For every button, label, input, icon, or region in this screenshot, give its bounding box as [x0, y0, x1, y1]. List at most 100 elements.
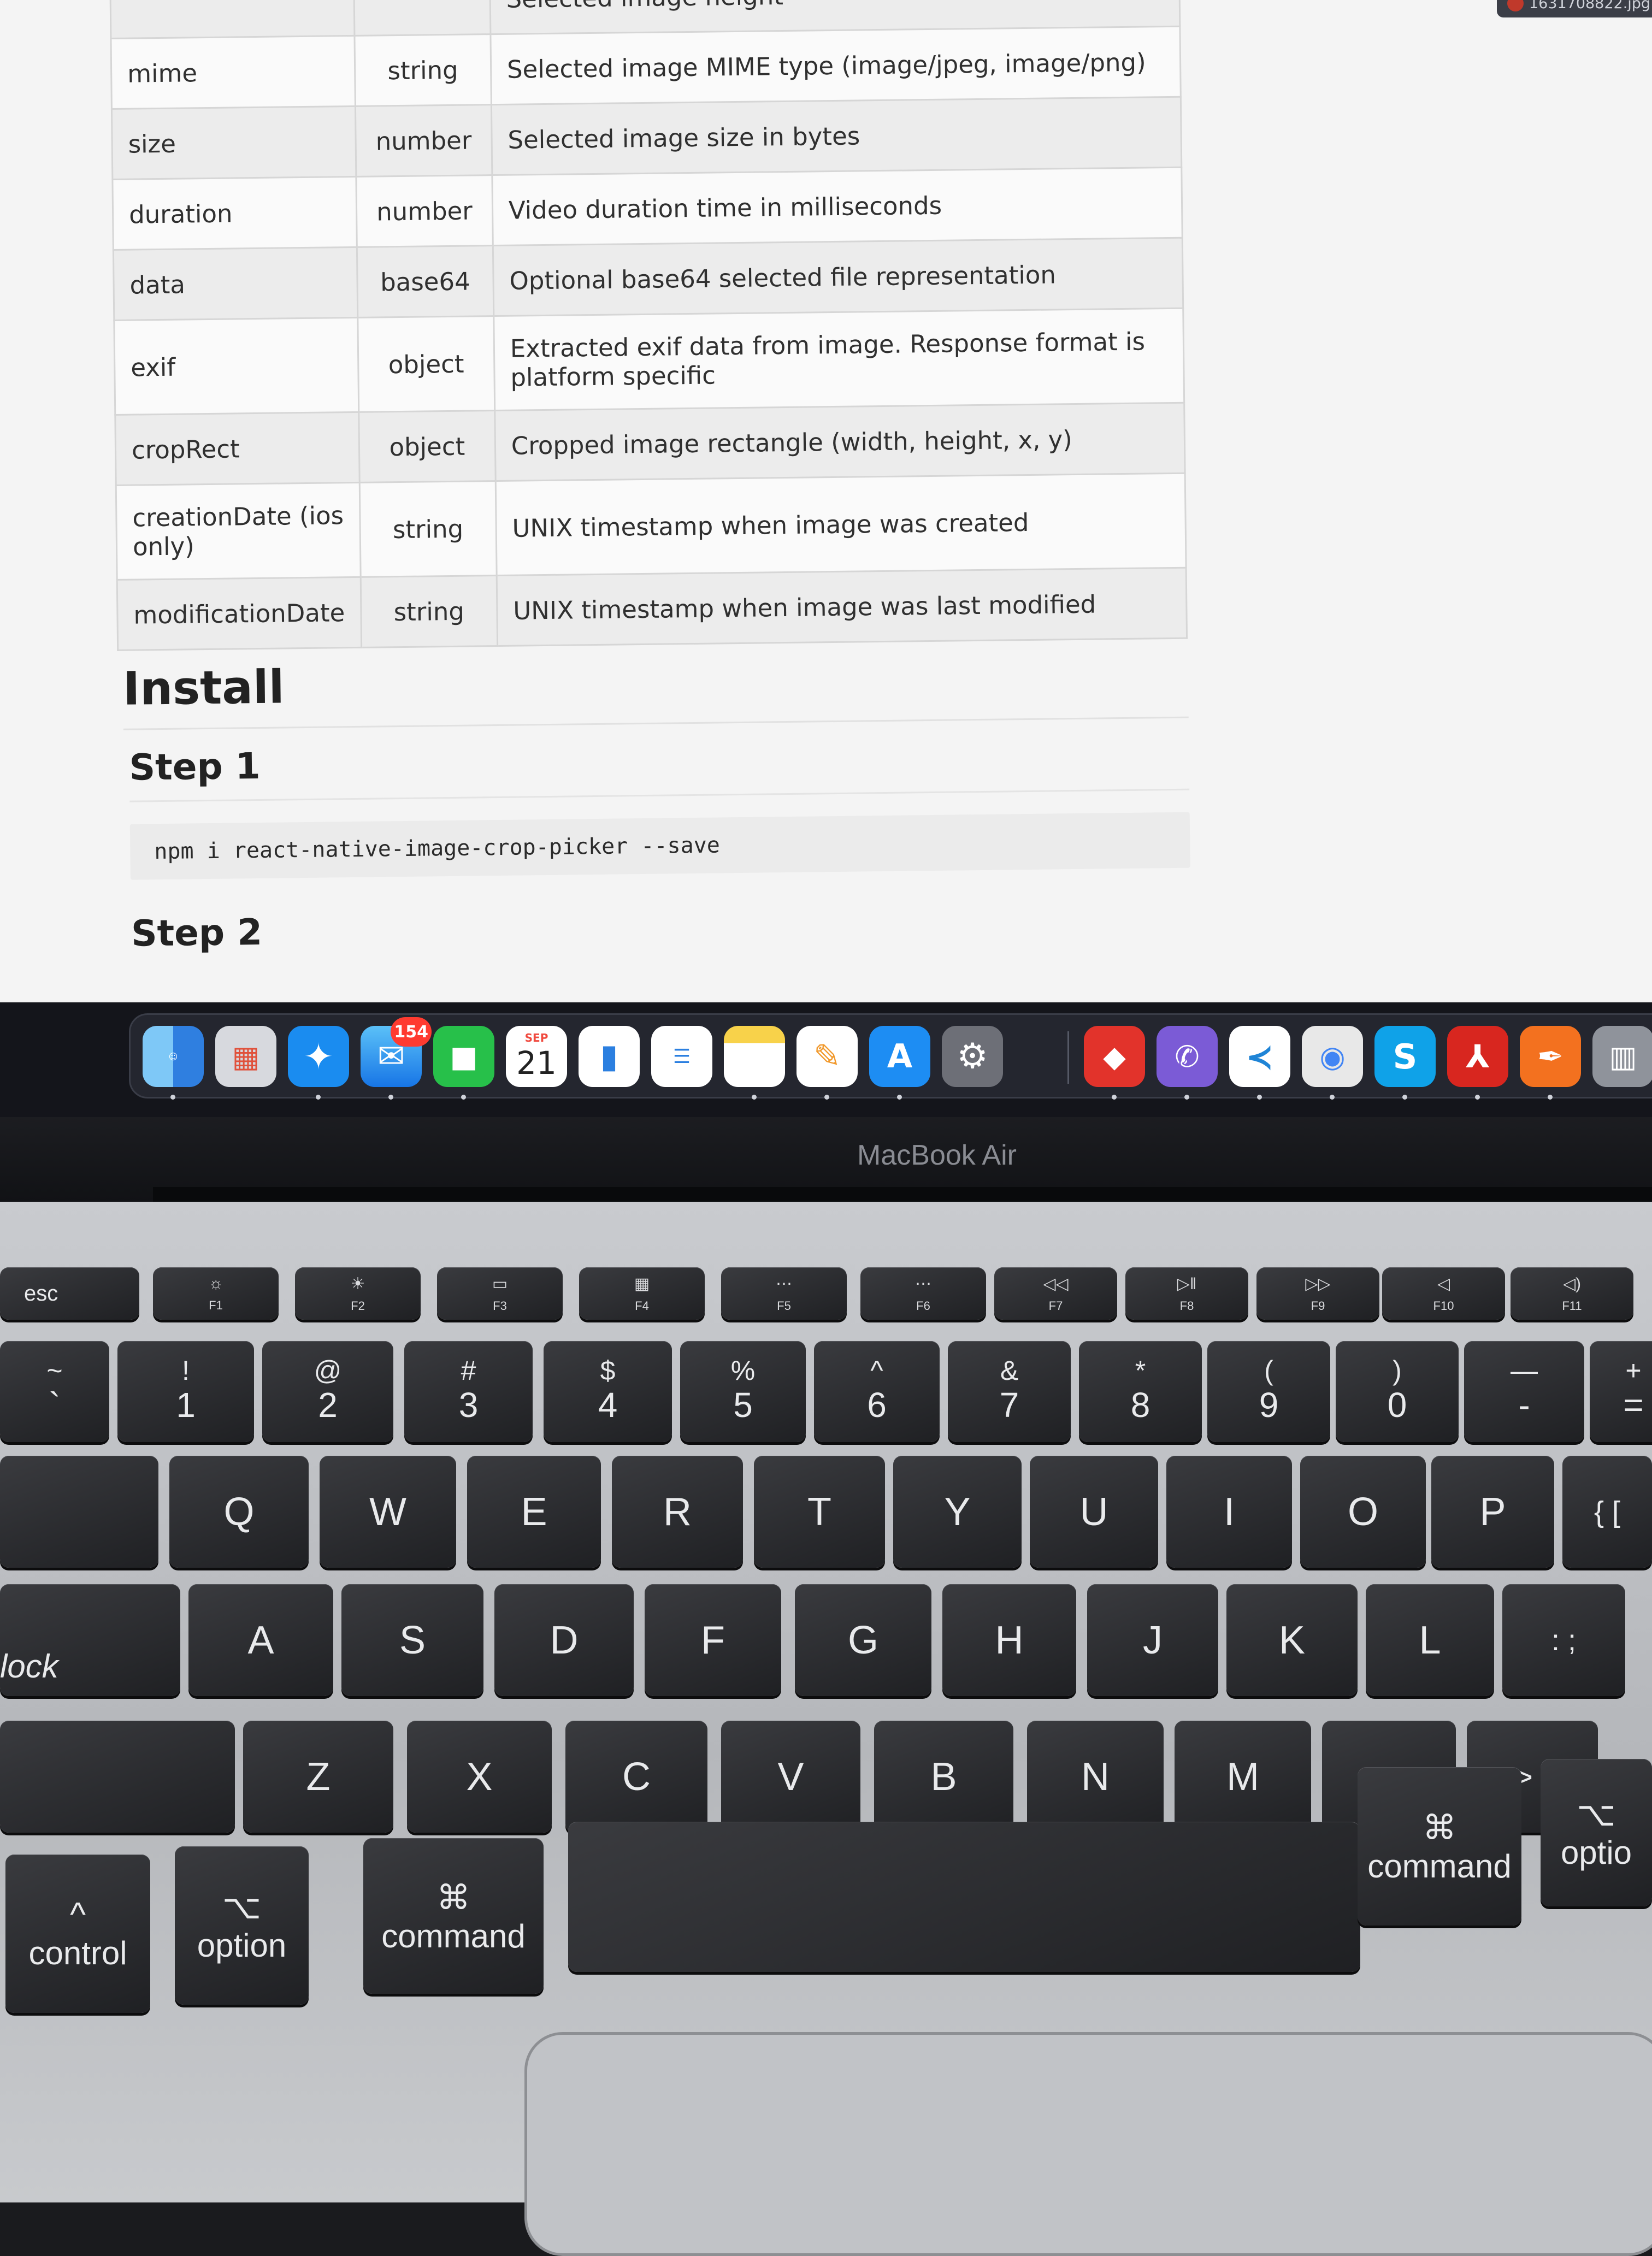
right-option-key[interactable]: ⌥ optio [1541, 1759, 1652, 1906]
trackpad[interactable] [524, 2032, 1652, 2256]
backtick-key[interactable]: ~ ` [0, 1341, 109, 1442]
key-1[interactable]: ! 1 [117, 1341, 254, 1442]
right-command-key[interactable]: ⌘ command [1358, 1767, 1521, 1926]
space-bar[interactable] [568, 1822, 1360, 1972]
key-c[interactable]: C [565, 1721, 707, 1833]
skype-icon[interactable]: S [1374, 1026, 1436, 1087]
key-q[interactable]: Q [169, 1456, 309, 1568]
finder-icon[interactable]: ☺ [143, 1026, 204, 1087]
control-key[interactable]: ^ control [5, 1855, 150, 2013]
calendar-icon[interactable]: SEP 21 [506, 1026, 567, 1087]
tab-key[interactable] [0, 1456, 158, 1568]
key-b[interactable]: B [874, 1721, 1013, 1833]
key-e[interactable]: E [467, 1456, 601, 1568]
key-2[interactable]: @2 [262, 1341, 393, 1442]
minus-key[interactable]: — - [1464, 1341, 1584, 1442]
key-s[interactable]: S [341, 1584, 483, 1696]
prop-description: Extracted exif data from image. Response… [493, 308, 1184, 411]
f2-key[interactable]: ☀ F2 [295, 1267, 421, 1320]
f3-key[interactable]: ▭ F3 [437, 1267, 563, 1320]
key-x[interactable]: X [407, 1721, 552, 1833]
f9-key[interactable]: ▷▷ F9 [1256, 1267, 1379, 1320]
key-3[interactable]: #3 [404, 1341, 533, 1442]
pages-icon[interactable]: ✎ [796, 1026, 858, 1087]
viber-icon[interactable]: ✆ [1157, 1026, 1218, 1087]
key-5[interactable]: % 5 [680, 1341, 806, 1442]
caps-lock-key[interactable]: lock [0, 1584, 180, 1696]
app-store-icon[interactable]: A [869, 1026, 930, 1087]
key-r[interactable]: R [612, 1456, 743, 1568]
key-shift-label: — [1511, 1355, 1538, 1386]
f1-key[interactable]: ☼ F1 [153, 1267, 279, 1320]
key-u[interactable]: U [1030, 1456, 1158, 1568]
facetime-icon[interactable]: ■ [433, 1026, 494, 1087]
esc-key[interactable]: esc [0, 1267, 139, 1320]
keyboard-light-down-icon: ⋯ [776, 1274, 792, 1293]
prop-type: string [361, 575, 498, 648]
f7-key[interactable]: ◁◁ F7 [994, 1267, 1117, 1320]
f4-key[interactable]: ▦ F4 [579, 1267, 705, 1320]
key-p[interactable]: P [1431, 1456, 1554, 1568]
launchpad-icon[interactable]: ▦ [215, 1026, 276, 1087]
running-indicator [1402, 1095, 1407, 1100]
mail-icon[interactable]: ✉ 154 [361, 1017, 432, 1087]
key-l[interactable]: L [1366, 1584, 1494, 1696]
key-k[interactable]: K [1226, 1584, 1358, 1696]
key-t[interactable]: T [754, 1456, 885, 1568]
prop-description: Selected image MIME type (image/jpeg, im… [490, 26, 1181, 105]
chrome-icon[interactable]: ◉ [1302, 1026, 1363, 1087]
key-j[interactable]: J [1087, 1584, 1218, 1696]
key-0[interactable]: ) 0 [1336, 1341, 1459, 1442]
key-shift-label: ~ [46, 1355, 63, 1386]
semicolon-key[interactable]: : ; [1502, 1584, 1625, 1696]
keynote-icon[interactable]: ▮ [579, 1026, 640, 1087]
notes-icon[interactable] [724, 1026, 785, 1087]
key-f[interactable]: F [645, 1584, 781, 1696]
prop-name: duration [112, 176, 357, 250]
left-command-key[interactable]: ⌘ command [363, 1838, 544, 1994]
f10-key[interactable]: ◁ F10 [1382, 1267, 1505, 1320]
key-4[interactable]: $4 [544, 1341, 672, 1442]
safari-icon[interactable]: ✦ [288, 1026, 349, 1087]
f8-key[interactable]: ▷‖ F8 [1125, 1267, 1248, 1320]
key-7[interactable]: & 7 [948, 1341, 1071, 1442]
key-8[interactable]: * 8 [1079, 1341, 1202, 1442]
key-a[interactable]: A [188, 1584, 333, 1696]
key-m[interactable]: M [1175, 1721, 1311, 1833]
trash-icon[interactable]: ▥ [1592, 1026, 1652, 1087]
image-tab[interactable]: 1631708822.jpg [1497, 0, 1652, 17]
key-d[interactable]: D [494, 1584, 634, 1696]
system-preferences-icon[interactable]: ⚙ [942, 1026, 1003, 1087]
vscode-icon[interactable]: ≺ [1229, 1026, 1290, 1087]
volume-down-icon: ◁) [1562, 1274, 1582, 1293]
f6-key[interactable]: ⋯ F6 [860, 1267, 986, 1320]
key-w[interactable]: W [320, 1456, 456, 1568]
key-v[interactable]: V [721, 1721, 860, 1833]
f11-key[interactable]: ◁) F11 [1511, 1267, 1633, 1320]
mission-control-icon: ▭ [492, 1274, 508, 1293]
pen-app-icon[interactable]: ✒ [1520, 1026, 1581, 1087]
key-z[interactable]: Z [243, 1721, 393, 1833]
key-i[interactable]: I [1166, 1456, 1292, 1568]
key-9[interactable]: (9 [1207, 1341, 1330, 1442]
install-heading: Install [122, 649, 1189, 730]
anydesk-icon[interactable]: ◆ [1084, 1026, 1145, 1087]
calendar-month: SEP [524, 1031, 548, 1044]
equals-key[interactable]: + = [1590, 1341, 1652, 1442]
left-shift-key[interactable] [0, 1721, 235, 1833]
left-option-key[interactable]: ⌥ option [175, 1846, 309, 2005]
key-n[interactable]: N [1027, 1721, 1164, 1833]
reminders-icon[interactable]: ☰ [651, 1026, 712, 1087]
key-g[interactable]: G [795, 1584, 931, 1696]
key-label: 7 [999, 1385, 1019, 1425]
bracket-key[interactable]: { [ [1562, 1456, 1652, 1568]
key-label: 9 [1259, 1385, 1279, 1425]
key-o[interactable]: O [1300, 1456, 1426, 1568]
f7-label: F7 [1048, 1298, 1063, 1313]
key-y[interactable]: Y [893, 1456, 1022, 1568]
acrobat-icon[interactable]: ⅄ [1447, 1026, 1508, 1087]
f5-key[interactable]: ⋯ F5 [721, 1267, 847, 1320]
key-h[interactable]: H [942, 1584, 1076, 1696]
key-6[interactable]: ^ 6 [814, 1341, 940, 1442]
install-command-code[interactable]: npm i react-native-image-crop-picker --s… [129, 812, 1190, 880]
